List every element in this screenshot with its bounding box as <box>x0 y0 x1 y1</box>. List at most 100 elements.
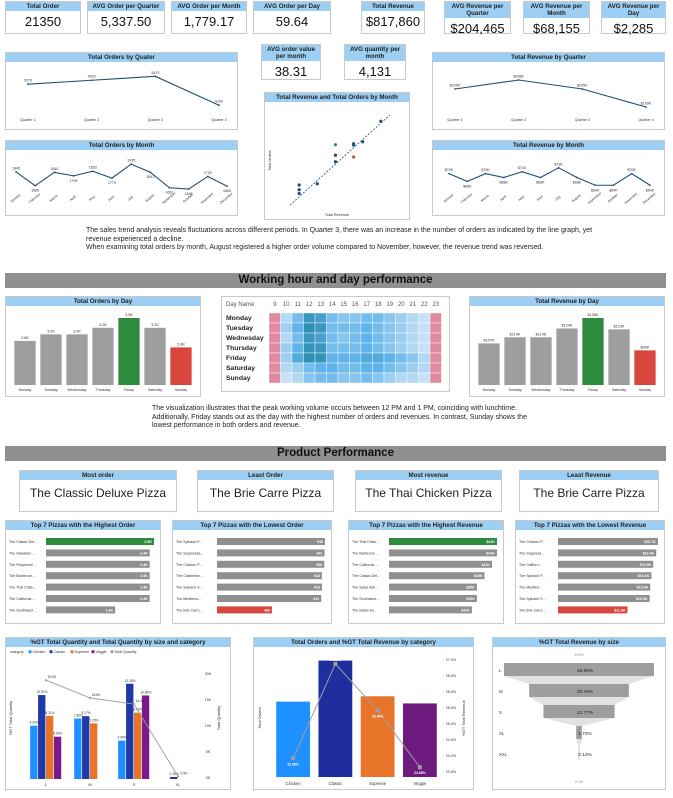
data-point <box>645 106 647 108</box>
x-tick: Saturday <box>612 388 627 392</box>
bar-value: $41K <box>481 563 490 567</box>
heatmap-cell <box>268 322 281 334</box>
data-point <box>111 177 113 180</box>
y2-tick: 23.5% <box>446 770 457 774</box>
grouped-bar <box>53 736 62 779</box>
y2-tick: 20K <box>205 672 212 676</box>
heatmap-day: Sunday <box>226 375 251 382</box>
bar-value: $15.4K <box>637 586 649 590</box>
data-point <box>612 184 615 187</box>
heatmap-cell <box>406 352 419 364</box>
funnel-connector <box>543 718 615 726</box>
kpi-value: 59.64 <box>275 14 309 29</box>
orders-month-card: Total Orders by Month 1845 January 1685 Feb… <box>5 140 238 216</box>
heatmap-cell <box>418 332 431 344</box>
heatmap-cell <box>314 352 327 364</box>
data-point <box>630 172 633 175</box>
x-tick: Tuesday <box>44 388 58 392</box>
legend-label: Veggie <box>96 650 107 654</box>
funnel-category: S <box>499 710 502 715</box>
axis-top: 100% <box>574 653 584 657</box>
heatmap-cell <box>337 312 350 324</box>
heatmap-cell <box>406 372 419 384</box>
heatmap-day: Friday <box>226 355 247 362</box>
bar <box>46 595 150 602</box>
bar-value: 480 <box>264 608 270 612</box>
orders-day-card: Total Orders by Day 2.8K Monday 3.0K Tuesda… <box>5 296 201 397</box>
y2-tick: 25.0% <box>446 722 457 726</box>
legend-label: Chicken <box>33 650 46 654</box>
heatmap-hour: 15 <box>340 302 347 308</box>
x-tick: XL <box>176 782 182 787</box>
kpi-value: $68,155 <box>533 21 580 36</box>
highlight-value: The Brie Carre Pizza <box>209 486 322 500</box>
scatter-point <box>333 153 338 157</box>
top7-chart: The Thai Chick... $43K The Barbecue ... $43… <box>352 538 497 614</box>
data-label: $68K <box>536 181 545 185</box>
heatmap-cell <box>303 342 316 354</box>
kpi-value: 1,779.17 <box>183 14 235 29</box>
bar-value: $43K <box>486 551 495 555</box>
heatmap-cell <box>395 332 408 344</box>
top7-title: Top 7 Pizzas with the Lowest Order <box>173 521 331 530</box>
data-point <box>226 185 228 188</box>
scatter-point <box>297 183 301 187</box>
x-tick: February <box>28 192 41 204</box>
x-tick: Veggie <box>413 781 426 786</box>
x-tick: Wednesday <box>68 388 87 392</box>
top7-card: Top 7 Pizzas with the Highest Revenue The… <box>348 520 504 624</box>
x-tick: January <box>442 193 454 204</box>
data-point <box>72 174 75 177</box>
revenue-month-chart: $70K January $66K February $70K March $68K Apri… <box>442 162 657 205</box>
kpi-card: AVG Revenue per Day $2,285 <box>601 1 666 36</box>
x-tick: S <box>133 782 136 787</box>
heatmap-cell <box>280 362 293 374</box>
data-label: $68K <box>573 181 582 185</box>
x-tick: Quarter 2 <box>511 118 526 122</box>
bar-category: The Barbecue ... <box>9 574 36 578</box>
bar-value: 2.4K <box>140 563 148 567</box>
kpi-label: AVG Revenue per Day <box>602 2 665 18</box>
data-point <box>168 186 171 189</box>
bar-value: $35K <box>466 597 475 601</box>
heatmap-cell <box>372 332 385 344</box>
bar-value: 10.91% <box>37 690 48 694</box>
y2-tick: 10K <box>205 724 212 728</box>
x-tick: March <box>480 194 490 203</box>
x-tick: Sunday <box>175 388 187 392</box>
scatter-point <box>297 188 301 192</box>
heatmap-hour: 11 <box>295 302 302 308</box>
top7-card: Top 7 Pizzas with the Lowest Order The Sp… <box>172 520 332 624</box>
grouped-bar <box>46 715 54 779</box>
data-label: $66K <box>463 184 472 188</box>
data-point <box>91 170 94 173</box>
gt-revenue-size-chart: 100% L 45.89% M 30.49% S 21.77% XL 1.72% XXL 0.12%… <box>499 653 654 784</box>
bar-value: $35K <box>466 586 475 590</box>
bar-value: $15.9K <box>640 563 652 567</box>
heatmap-day: Monday <box>226 315 252 322</box>
bar-category: The Classic Del... <box>352 574 380 578</box>
day-bar <box>92 327 114 385</box>
heatmap-cell <box>372 372 385 384</box>
legend-dot <box>110 650 114 654</box>
bar-value: 3.2K <box>99 323 107 327</box>
heatmap-day: Tuesday <box>226 325 253 332</box>
funnel-value: 45.89% <box>577 668 594 674</box>
bar-value: 7.23% <box>89 718 98 722</box>
x-tick: Quarter 3 <box>148 118 163 122</box>
bar-value: 2.4K <box>140 597 148 601</box>
data-label: 1840 <box>50 167 58 171</box>
bar <box>558 538 658 545</box>
heatmap-cell <box>395 312 408 324</box>
funnel-value: 1.72% <box>578 731 592 737</box>
grouped-bar <box>170 777 178 779</box>
bar <box>217 572 322 580</box>
top7-chart: The Spinach P... 945 The Soppressa... 941 Th… <box>176 538 325 614</box>
funnel-value: 30.49% <box>577 689 594 695</box>
bar-category: The Spinach S... <box>176 586 203 590</box>
day-bar <box>170 347 192 385</box>
top7-card: Top 7 Pizzas with the Lowest Revenue The … <box>515 520 665 624</box>
heatmap-cell <box>429 342 442 354</box>
heatmap-cell <box>349 372 362 384</box>
heatmap-hour: 19 <box>386 302 393 308</box>
